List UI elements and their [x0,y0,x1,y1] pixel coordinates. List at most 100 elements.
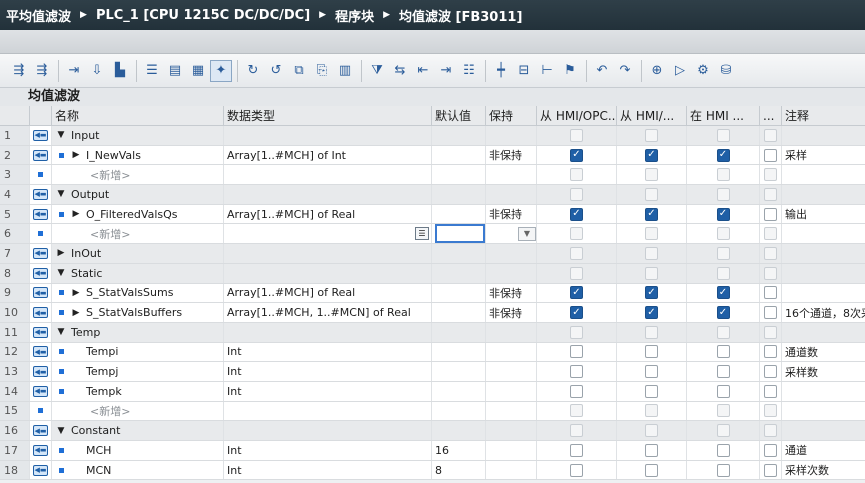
retain-cell[interactable] [486,460,537,480]
from-hmi-checkbox[interactable] [645,345,658,359]
name-cell[interactable]: ▼ Constant [52,421,224,440]
from-hmi-opc-checkbox[interactable] [570,463,583,477]
setpoint-checkbox[interactable] [764,187,777,201]
expand-icon[interactable]: ⇥ [63,60,85,82]
snapshot-load-icon[interactable]: ▦ [187,60,209,82]
from-hmi-checkbox[interactable] [645,187,658,201]
name-cell[interactable]: MCN [52,460,224,480]
name-cell[interactable]: ▼ Input [52,126,224,145]
copy-icon[interactable]: ⧉ [288,60,310,82]
datatype-cell[interactable]: ☰ [224,224,432,244]
collapse-icon[interactable]: ▼ [55,426,67,436]
retain-cell[interactable]: ▼ [486,224,537,244]
name-cell[interactable]: MCH [52,441,224,460]
undo-icon[interactable]: ↶ [591,60,613,82]
in-hmi-checkbox[interactable] [716,345,730,359]
in-hmi-checkbox[interactable] [716,443,730,457]
expand-icon[interactable]: ▶ [70,150,82,160]
table-row[interactable]: 18 ◀▬ MCN Int 8 采样次数 [0,460,865,481]
from-hmi-opc-checkbox[interactable] [570,168,583,182]
flag-icon[interactable]: ⚑ [559,60,581,82]
setpoint-checkbox[interactable] [764,306,777,320]
collapse-icon[interactable]: ▼ [55,189,67,199]
in-hmi-checkbox[interactable] [716,168,730,182]
compare-icon[interactable]: ⇆ [389,60,411,82]
retain-cell[interactable] [486,441,537,460]
setpoint-checkbox[interactable] [764,345,777,359]
from-hmi-opc-checkbox[interactable]: ✓ [570,207,583,221]
comment-cell[interactable]: 通道 [782,441,865,460]
setpoint-checkbox[interactable] [764,365,777,379]
name-cell[interactable]: ▼ Temp [52,322,224,342]
table-row[interactable]: 16 ◀▬ ▼ Constant [0,421,865,441]
datatype-cell[interactable] [224,401,432,421]
indent-left-icon[interactable]: ⇤ [412,60,434,82]
default-value-cell[interactable]: 8 [432,460,486,480]
name-cell[interactable]: <新增> [52,224,224,244]
table-row[interactable]: 10 ◀▬ ▶ S_StatValsBuffers Array[1..#MCH, 1..… [0,303,865,323]
datatype-cell[interactable]: Int [224,342,432,362]
retain-cell[interactable] [486,263,537,283]
expand-icon[interactable]: ▶ [70,288,82,298]
setpoint-checkbox[interactable] [764,128,777,142]
collapse-icon[interactable]: ▼ [55,268,67,278]
insert-row-icon[interactable]: ⇶ [8,60,30,82]
comment-cell[interactable] [782,322,865,342]
comment-cell[interactable] [782,126,865,145]
from-hmi-opc-checkbox[interactable]: ✓ [570,286,583,300]
from-hmi-opc-checkbox[interactable] [570,187,583,201]
table-row[interactable]: 13 ◀▬ Tempj Int 采样数 [0,362,865,382]
name-cell[interactable]: Tempi [52,342,224,362]
default-value-cell[interactable] [432,421,486,440]
setpoint-checkbox[interactable] [764,227,777,241]
in-hmi-checkbox[interactable]: ✓ [716,286,730,300]
comment-cell[interactable] [782,381,865,401]
table-row[interactable]: 14 ◀▬ Tempk Int [0,381,865,402]
name-cell[interactable]: ▶ S_StatValsSums [52,283,224,303]
from-hmi-opc-checkbox[interactable] [570,325,583,339]
name-cell[interactable]: ▼ Static [52,263,224,283]
table-row[interactable]: 9 ◀▬ ▶ S_StatValsSums Array[1..#MCH] of Real… [0,283,865,304]
retain-cell[interactable]: 非保持 [486,145,537,165]
in-hmi-checkbox[interactable] [716,384,730,398]
retain-cell[interactable]: 非保持 [486,303,537,322]
from-hmi-opc-checkbox[interactable] [570,384,583,398]
in-hmi-checkbox[interactable] [716,424,730,438]
datatype-cell[interactable]: Int [224,381,432,401]
datatype-cell[interactable]: Array[1..#MCH] of Real [224,283,432,303]
from-hmi-opc-checkbox[interactable] [570,443,583,457]
in-hmi-checkbox[interactable] [716,128,730,142]
retain-cell[interactable]: 非保持 [486,204,537,224]
header-in-hmi[interactable]: 在 HMI ... [687,106,760,125]
datatype-cell[interactable] [224,263,432,283]
header-setpoint[interactable]: ... [760,106,782,125]
download-icon[interactable]: ⇩ [86,60,108,82]
default-value-cell[interactable] [432,362,486,381]
setpoint-checkbox[interactable] [764,325,777,339]
breadcrumb-item[interactable]: 均值滤波 [FB3011] [399,6,522,25]
setpoint-checkbox[interactable] [764,246,777,260]
from-hmi-opc-checkbox[interactable] [570,227,583,241]
name-cell[interactable]: Tempj [52,362,224,381]
retain-cell[interactable] [486,165,537,185]
comment-cell[interactable]: 通道数 [782,342,865,362]
name-cell[interactable]: ▶ InOut [52,244,224,263]
from-hmi-checkbox[interactable] [645,128,658,142]
table-row[interactable]: 2 ◀▬ ▶ I_NewVals Array[1..#MCH] of Int 非保持 ✓ ✓ ✓… [0,145,865,166]
table-row[interactable]: 11 ◀▬ ▼ Temp [0,322,865,343]
edit-list-icon[interactable]: ☰ [415,227,429,241]
from-hmi-opc-checkbox[interactable] [570,246,583,260]
datatype-cell[interactable]: Int [224,460,432,480]
comment-cell[interactable]: 采样次数 [782,460,865,480]
in-hmi-checkbox[interactable] [716,246,730,260]
name-cell[interactable]: Tempk [52,381,224,401]
default-value-cell[interactable] [432,244,486,263]
header-default[interactable]: 默认值 [432,106,486,125]
in-hmi-checkbox[interactable] [716,187,730,201]
add-row-icon[interactable]: ⇶ [31,60,53,82]
retain-cell[interactable] [486,126,537,145]
comment-cell[interactable] [782,401,865,421]
header-datatype[interactable]: 数据类型 [224,106,432,125]
comment-cell[interactable]: 采样 [782,145,865,165]
in-hmi-checkbox[interactable] [716,325,730,339]
